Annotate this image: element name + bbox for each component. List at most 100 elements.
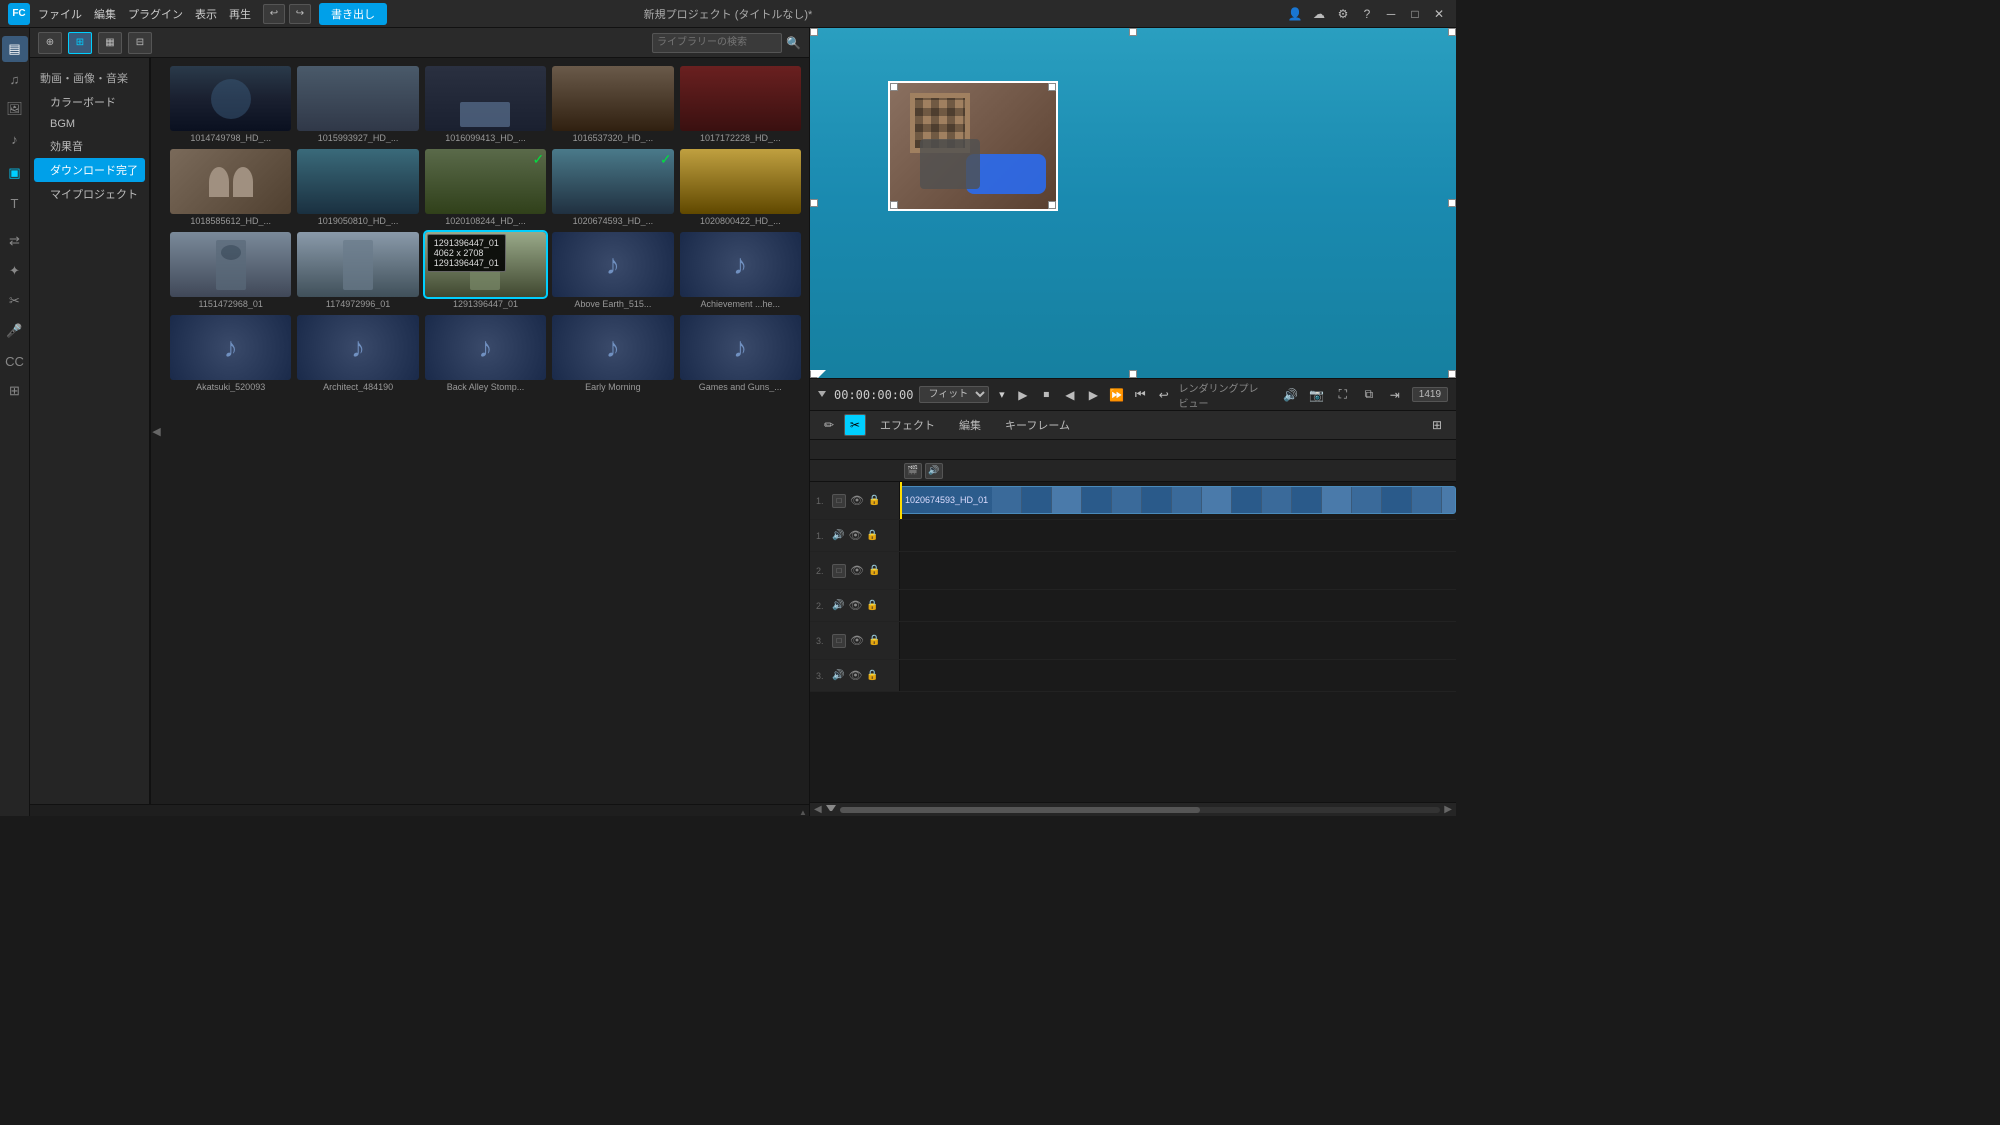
trim-icon[interactable]: ✂ — [2, 288, 28, 314]
preview-handle-tr[interactable] — [1448, 28, 1456, 36]
undo-button[interactable]: ↩ — [263, 4, 285, 24]
caption-icon[interactable]: CC — [2, 348, 28, 374]
audio-eye-icon[interactable]: 👁 — [848, 529, 862, 542]
handle-br[interactable] — [1048, 201, 1056, 209]
pencil-tool[interactable]: ✏ — [818, 414, 840, 436]
export-button[interactable]: 書き出し — [319, 3, 387, 25]
preview-handle-mr[interactable] — [1448, 199, 1456, 207]
prev-frame-button[interactable]: ◀ — [1061, 384, 1078, 406]
effect-button[interactable]: エフェクト — [870, 415, 945, 435]
media-item-music[interactable]: ♪ Akatsuki_520093 — [170, 315, 291, 392]
audio-track-2-content[interactable] — [900, 590, 1456, 621]
add-audio-track[interactable]: 🔊 — [925, 463, 943, 479]
menu-view[interactable]: 表示 — [195, 6, 217, 22]
menu-plugin[interactable]: プラグイン — [128, 6, 183, 22]
media-panel-icon[interactable]: ▤ — [2, 36, 28, 62]
sidebar-sfx[interactable]: 効果音 — [30, 134, 149, 158]
fit-select[interactable]: フィット 50% 100% — [919, 386, 989, 403]
sidebar-media-header[interactable]: 動画・画像・音楽 — [30, 66, 149, 90]
prev-chevron[interactable]: ▾ — [995, 387, 1008, 403]
search-icon[interactable]: 🔍 — [786, 36, 801, 50]
redo-button[interactable]: ↪ — [289, 4, 311, 24]
trim-tool[interactable]: ✂ — [844, 414, 866, 436]
transition-icon[interactable]: ⇄ — [2, 228, 28, 254]
timeline-settings-icon[interactable]: ⊞ — [1426, 414, 1448, 436]
handle-tr[interactable] — [1048, 83, 1056, 91]
preview-handle-br[interactable] — [1448, 370, 1456, 378]
sidebar-colorboard[interactable]: カラーボード — [30, 90, 149, 114]
active-tab-icon[interactable]: ▣ — [2, 160, 28, 186]
cloud-icon[interactable]: ☁ — [1310, 5, 1328, 23]
sidebar-bgm[interactable]: BGM — [30, 114, 149, 134]
media-item-music-games[interactable]: ♪ Games and Guns_... — [680, 315, 801, 392]
music-icon[interactable]: ♪ — [2, 126, 28, 152]
video-track-3-content[interactable] — [900, 622, 1456, 659]
media-item[interactable]: 1014749798_HD_... — [170, 66, 291, 143]
scroll-thumb[interactable] — [840, 807, 1200, 813]
track-3-lock-icon[interactable]: 🔒 — [868, 635, 880, 646]
media-item-music-architect[interactable]: ♪ Architect_484190 — [297, 315, 418, 392]
add-video-track[interactable]: 🎬 — [904, 463, 922, 479]
template-icon[interactable]: ⊞ — [2, 378, 28, 404]
timeline-clip-1[interactable]: 1020674593_HD_01 — [900, 486, 1456, 514]
media-item[interactable]: 1018585612_HD_... — [170, 149, 291, 226]
audio-2-lock-icon[interactable]: 🔒 — [866, 600, 878, 611]
preview-handle-tm[interactable] — [1129, 28, 1137, 36]
list-view-button[interactable]: ▦ — [98, 32, 122, 54]
mic-icon[interactable]: 🎤 — [2, 318, 28, 344]
scroll-left-arrow[interactable]: ◀ — [814, 804, 822, 815]
audio-lock-icon[interactable]: 🔒 — [866, 530, 878, 541]
loop-button[interactable]: ↩ — [1155, 384, 1172, 406]
media-item-music-early[interactable]: ♪ Early Morning — [552, 315, 673, 392]
text-icon[interactable]: T — [2, 190, 28, 216]
menu-edit[interactable]: 編集 — [94, 6, 116, 22]
media-item-music[interactable]: ♪ Achievement ...he... — [680, 232, 801, 309]
grid-view-button[interactable]: ⊞ — [68, 32, 92, 54]
resolution-button[interactable]: 1419 — [1412, 387, 1448, 402]
menu-file[interactable]: ファイル — [38, 6, 82, 22]
media-item[interactable]: 1015993927_HD_... — [297, 66, 418, 143]
next-frame-button[interactable]: ▶ — [1085, 384, 1102, 406]
audio-track-1-content[interactable] — [900, 520, 1456, 551]
media-item-selected[interactable]: 1291396447_01 4062 x 2708 1291396447_01 … — [425, 232, 546, 309]
play-button[interactable]: ▶ — [1014, 384, 1031, 406]
track-3-type-icon[interactable]: □ — [832, 634, 846, 648]
snapshot-icon[interactable]: 📷 — [1306, 384, 1328, 406]
media-item[interactable]: 1016099413_HD_... — [425, 66, 546, 143]
settings-icon[interactable]: ⚙ — [1334, 5, 1352, 23]
track-1-content[interactable]: 1020674593_HD_01 — [900, 482, 1456, 519]
preview-handle-ml[interactable] — [810, 199, 818, 207]
maximize-button[interactable]: □ — [1406, 5, 1424, 23]
sidebar-downloaded[interactable]: ダウンロード完了 — [34, 158, 145, 182]
pip-icon[interactable]: ⧉ — [1358, 384, 1380, 406]
zoom-marker[interactable] — [826, 805, 836, 815]
audio-2-eye-icon[interactable]: 👁 — [848, 599, 862, 612]
keyframe-button[interactable]: キーフレーム — [995, 415, 1080, 435]
media-item[interactable]: 1016537320_HD_... — [552, 66, 673, 143]
rewind-button[interactable]: ⏮ — [1132, 384, 1149, 406]
scroll-track[interactable] — [840, 807, 1441, 813]
handle-tl[interactable] — [890, 83, 898, 91]
track-2-type-icon[interactable]: □ — [832, 564, 846, 578]
media-item[interactable]: 1017172228_HD_... — [680, 66, 801, 143]
track-3-eye-icon[interactable]: 👁 — [850, 634, 864, 647]
track-1-lock-icon[interactable]: 🔒 — [868, 495, 880, 506]
sidebar-collapse-button[interactable]: ◀ — [150, 58, 162, 804]
media-item[interactable]: 1020800422_HD_... — [680, 149, 801, 226]
share-icon[interactable]: ⇥ — [1384, 384, 1406, 406]
media-item-music[interactable]: ♪ Above Earth_515... — [552, 232, 673, 309]
track-1-eye-icon[interactable]: 👁 — [850, 494, 864, 507]
track-2-eye-icon[interactable]: 👁 — [850, 564, 864, 577]
fast-fwd-button[interactable]: ⏩ — [1108, 384, 1125, 406]
close-button[interactable]: ✕ — [1430, 5, 1448, 23]
volume-icon[interactable]: 🔊 — [1280, 384, 1302, 406]
filter-icon[interactable]: ✦ — [2, 258, 28, 284]
minimize-button[interactable]: ─ — [1382, 5, 1400, 23]
image-icon[interactable]: 🖼 — [2, 96, 28, 122]
video-track-2-content[interactable] — [900, 552, 1456, 589]
audio-3-eye-icon[interactable]: 👁 — [848, 669, 862, 682]
media-item[interactable]: 1174972996_01 — [297, 232, 418, 309]
inset-overlay-box[interactable] — [888, 81, 1058, 211]
preview-handle-tl[interactable] — [810, 28, 818, 36]
menu-playback[interactable]: 再生 — [229, 6, 251, 22]
